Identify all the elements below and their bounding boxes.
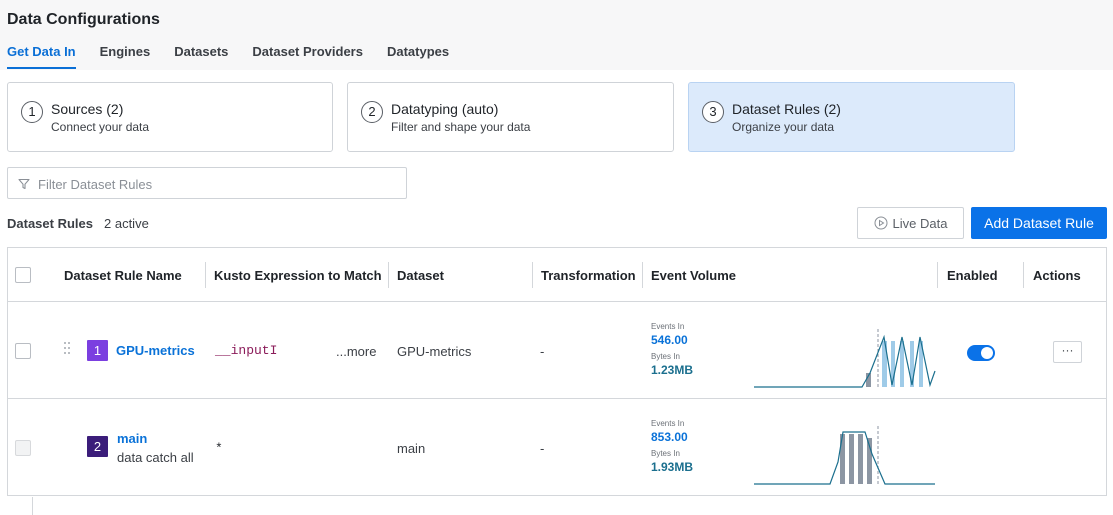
step-dataset-rules[interactable]: 3 Dataset Rules (2) Organize your data <box>688 82 1015 152</box>
col-dataset: Dataset <box>397 268 444 283</box>
step-title: Dataset Rules (2) <box>732 101 841 117</box>
table-header: Dataset Rule Name Kusto Expression to Ma… <box>8 248 1106 302</box>
column-divider <box>642 262 643 288</box>
page-header: Data Configurations Get Data In Engines … <box>0 0 1113 70</box>
col-kusto-expression: Kusto Expression to Match <box>214 268 382 283</box>
toggle-knob <box>981 347 993 359</box>
live-data-label: Live Data <box>892 215 948 231</box>
transformation-value: - <box>540 344 545 359</box>
kusto-expression: __inputI <box>215 343 278 358</box>
step-number: 1 <box>21 101 43 123</box>
column-divider <box>937 262 938 288</box>
bytes-in-label: Bytes In <box>651 449 680 458</box>
play-icon <box>874 216 888 230</box>
event-volume-sparkline <box>754 329 936 389</box>
rule-name-link[interactable]: main <box>117 431 147 446</box>
events-in-value: 853.00 <box>651 430 688 444</box>
tab-datasets[interactable]: Datasets <box>174 44 228 69</box>
event-volume-sparkline <box>754 426 935 486</box>
add-dataset-rule-button[interactable]: Add Dataset Rule <box>971 207 1107 239</box>
tab-datatypes[interactable]: Datatypes <box>387 44 449 69</box>
drag-handle-icon[interactable] <box>64 342 72 356</box>
table-row[interactable]: 1 GPU-metrics __inputI ...more GPU-metri… <box>8 302 1106 399</box>
filter-icon <box>18 178 30 190</box>
col-rule-name: Dataset Rule Name <box>64 268 182 283</box>
dataset-name: main <box>397 441 426 456</box>
active-count: 2 active <box>104 216 149 231</box>
kusto-expression: * <box>215 441 223 456</box>
filter-input[interactable] <box>38 174 398 194</box>
column-divider <box>388 262 389 288</box>
row-checkbox[interactable] <box>15 440 31 456</box>
tab-bar: Get Data In Engines Datasets Dataset Pro… <box>7 44 449 69</box>
dataset-rules-label: Dataset Rules <box>7 216 93 231</box>
bytes-in-value: 1.93MB <box>651 460 694 474</box>
expression-more-link[interactable]: ...more <box>336 344 376 359</box>
events-in-label: Events In <box>651 419 685 428</box>
column-divider <box>1023 262 1024 288</box>
column-divider <box>205 262 206 288</box>
step-title: Datatyping (auto) <box>391 101 499 117</box>
step-number: 2 <box>361 101 383 123</box>
tab-engines[interactable]: Engines <box>100 44 151 69</box>
transformation-value: - <box>540 441 545 456</box>
enabled-toggle[interactable] <box>967 345 995 361</box>
col-enabled: Enabled <box>947 268 998 283</box>
rule-index-badge: 1 <box>87 340 108 361</box>
bytes-in-value: 1.23MB <box>651 363 694 377</box>
step-subtitle: Connect your data <box>51 120 150 134</box>
dataset-name: GPU-metrics <box>397 344 472 359</box>
column-divider <box>532 262 533 288</box>
rule-description: data catch all <box>117 450 194 465</box>
table-row[interactable]: 2 main data catch all * main - Events In… <box>8 399 1106 495</box>
panel-divider <box>32 497 33 515</box>
step-number: 3 <box>702 101 724 123</box>
step-sources[interactable]: 1 Sources (2) Connect your data <box>7 82 333 152</box>
col-actions: Actions <box>1033 268 1081 283</box>
live-data-button[interactable]: Live Data <box>857 207 964 239</box>
row-checkbox[interactable] <box>15 343 31 359</box>
events-in-label: Events In <box>651 322 685 331</box>
col-transformation: Transformation <box>541 268 636 283</box>
step-title: Sources (2) <box>51 101 124 117</box>
step-datatyping[interactable]: 2 Datatyping (auto) Filter and shape you… <box>347 82 674 152</box>
col-event-volume: Event Volume <box>651 268 737 283</box>
events-in-value: 546.00 <box>651 333 688 347</box>
step-subtitle: Organize your data <box>732 120 835 134</box>
bytes-in-label: Bytes In <box>651 352 680 361</box>
tab-get-data-in[interactable]: Get Data In <box>7 44 76 69</box>
rule-index-badge: 2 <box>87 436 108 457</box>
rule-name-link[interactable]: GPU-metrics <box>116 343 195 358</box>
row-actions-button[interactable]: ··· <box>1053 341 1082 363</box>
filter-box <box>7 167 407 199</box>
page-title: Data Configurations <box>7 11 160 28</box>
step-subtitle: Filter and shape your data <box>391 120 531 134</box>
tab-dataset-providers[interactable]: Dataset Providers <box>252 44 363 69</box>
select-all-checkbox[interactable] <box>15 267 31 283</box>
dataset-rules-table: Dataset Rule Name Kusto Expression to Ma… <box>7 247 1107 496</box>
